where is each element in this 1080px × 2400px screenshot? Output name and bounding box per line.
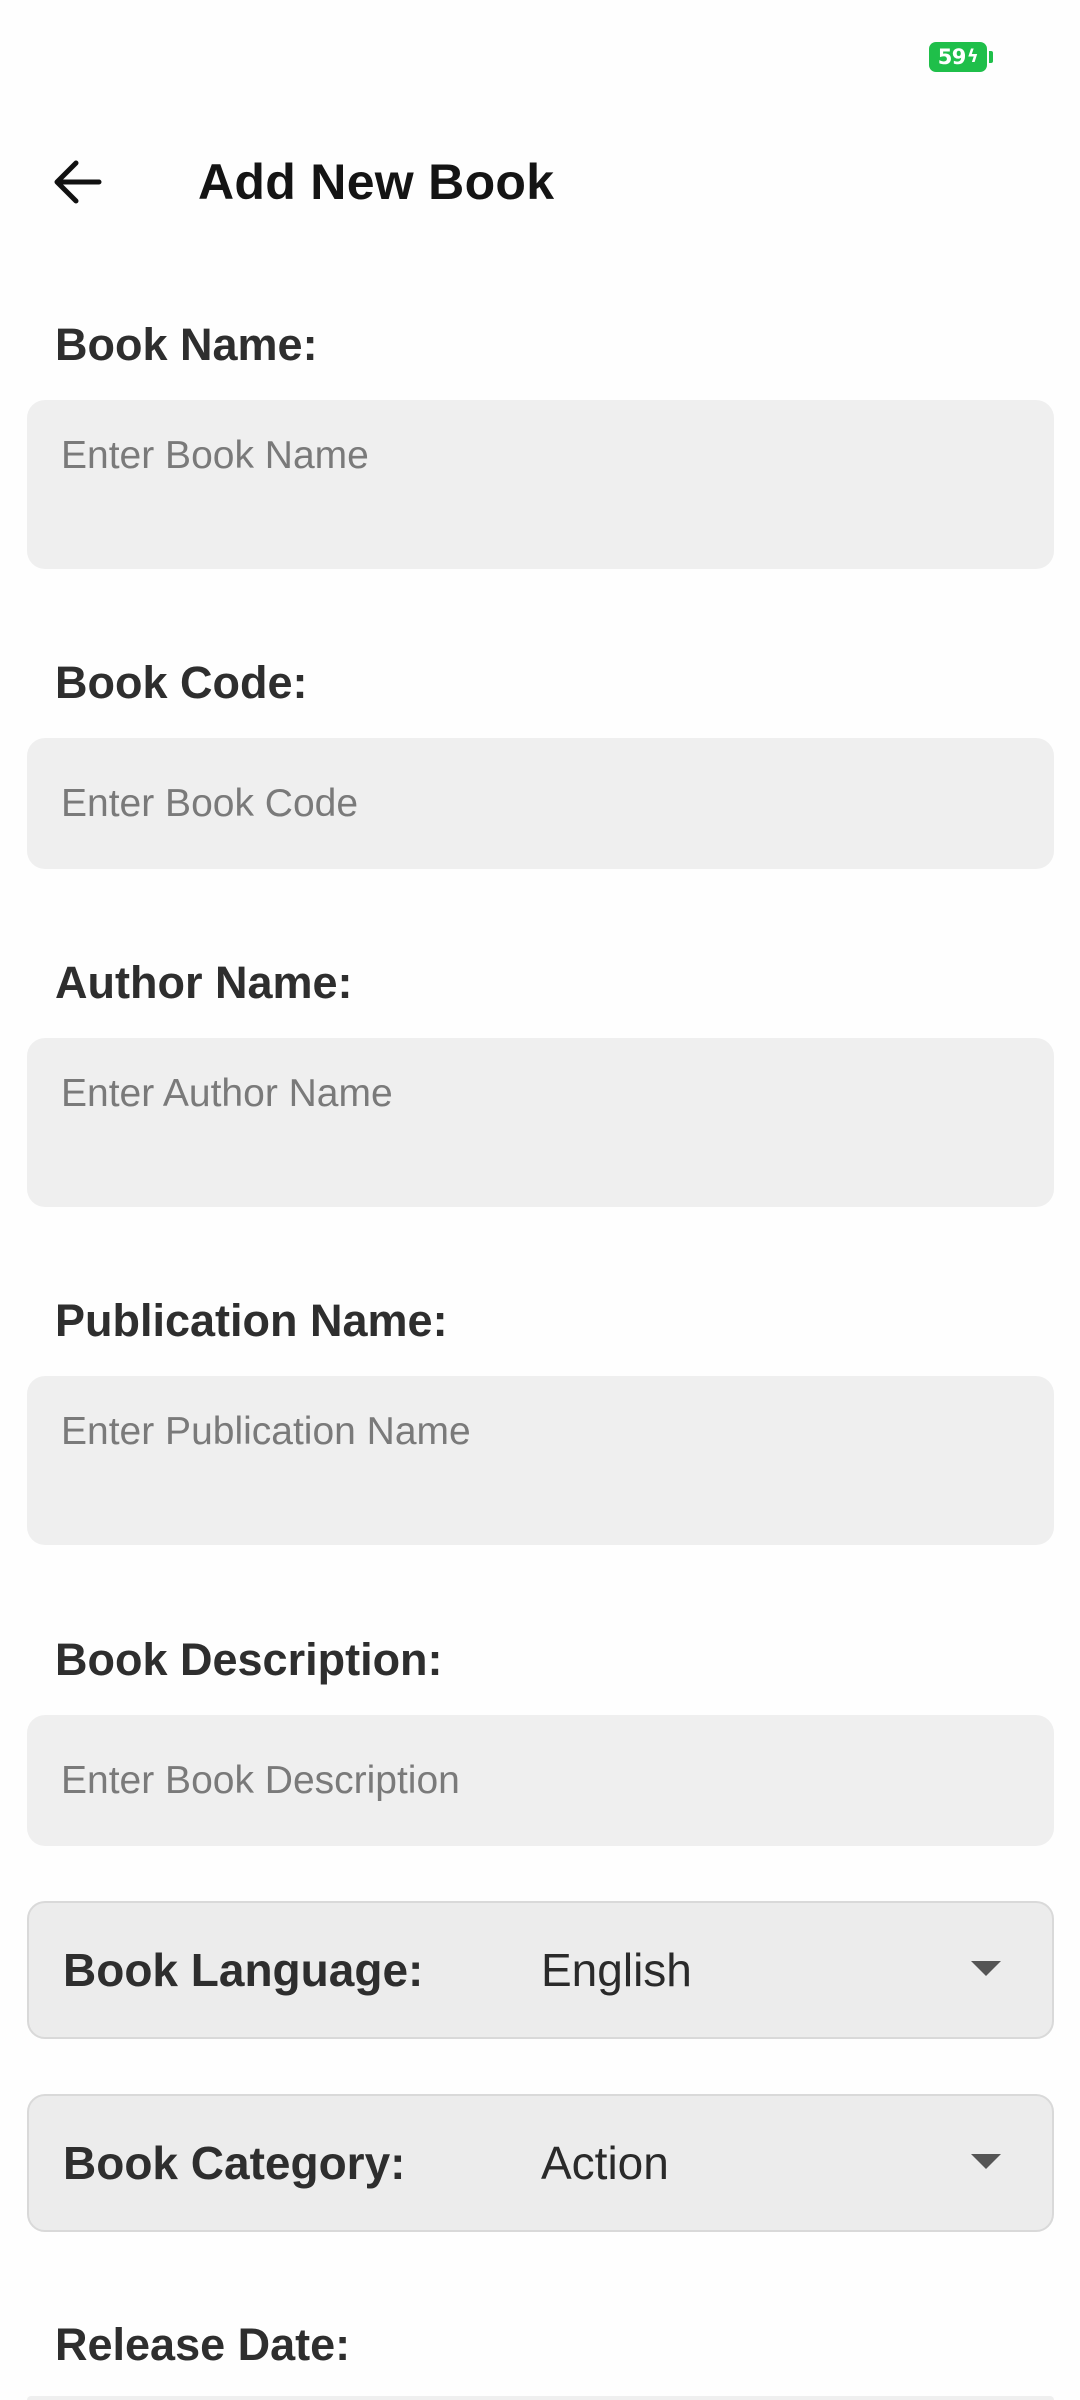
release-date-label: Release Date: [55, 2319, 351, 2370]
dropdown-arrow-icon [971, 1961, 1001, 1976]
book-category-label: Book Category: [63, 2137, 406, 2189]
book-language-dropdown[interactable]: Book Language: English [27, 1901, 1054, 2039]
book-code-input[interactable] [27, 738, 1054, 869]
author-name-label: Author Name: [55, 957, 353, 1008]
battery-cap [989, 51, 993, 63]
book-name-label: Book Name: [55, 319, 318, 370]
add-book-screen: 59ϟ Add New Book Book Name: Book Code: A… [0, 0, 1080, 2400]
release-date-input[interactable] [27, 2396, 1054, 2400]
dropdown-arrow-icon [971, 2154, 1001, 2169]
book-description-input[interactable] [27, 1715, 1054, 1846]
book-name-input[interactable] [27, 400, 1054, 569]
battery-level: 59 [937, 45, 967, 69]
book-description-label: Book Description: [55, 1634, 443, 1685]
publication-name-input[interactable] [27, 1376, 1054, 1545]
charging-bolt-icon: ϟ [966, 46, 979, 67]
status-bar: 59 ϟ [0, 0, 1080, 110]
publication-name-label: Publication Name: [55, 1295, 448, 1346]
book-category-dropdown[interactable]: Book Category: Action [27, 2094, 1054, 2232]
battery-indicator: 59 ϟ [929, 42, 993, 72]
book-category-value: Action [541, 2137, 669, 2189]
toolbar: Add New Book [0, 130, 1080, 234]
back-button[interactable] [40, 150, 114, 214]
book-code-label: Book Code: [55, 657, 308, 708]
book-language-label: Book Language: [63, 1944, 424, 1996]
arrow-left-icon [54, 160, 102, 204]
author-name-input[interactable] [27, 1038, 1054, 1207]
battery-icon: 59 ϟ [929, 42, 987, 72]
book-language-value: English [541, 1944, 692, 1996]
page-title: Add New Book [198, 154, 555, 210]
